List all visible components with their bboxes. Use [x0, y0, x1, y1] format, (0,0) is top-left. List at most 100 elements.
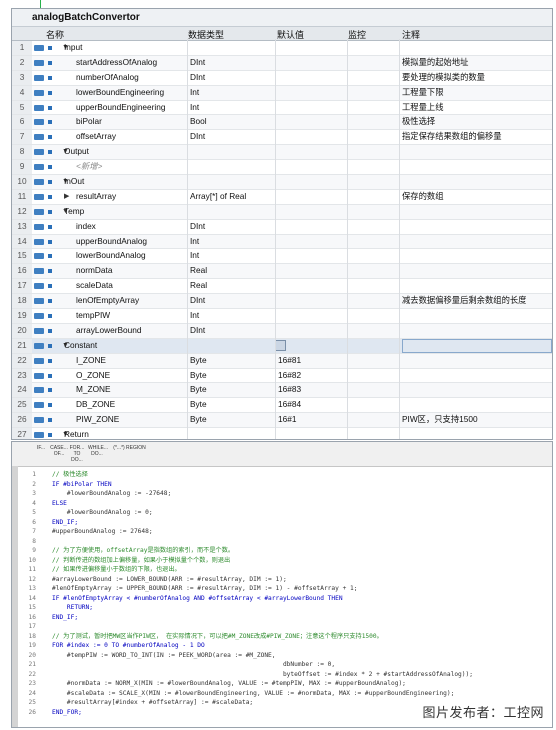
toolbar-button[interactable]: IF...: [32, 445, 50, 451]
code-line[interactable]: 8: [12, 537, 552, 547]
table-row[interactable]: 2 startAddressOfAnalog DInt 模拟量的起始地址: [12, 55, 552, 71]
line-number: 4: [32, 499, 36, 507]
toolbar-button[interactable]: FOR... TO DO...: [68, 445, 86, 463]
bullet-icon: [48, 90, 52, 95]
table-row[interactable]: 11 ▶ resultArray Array[*] of Real 保存的数组: [12, 189, 552, 205]
line-number: 14: [28, 594, 36, 602]
edit-button[interactable]: [275, 339, 286, 351]
table-row[interactable]: 26 PIW_ZONE Byte 16#1 PIW区，只支持1500: [12, 413, 552, 429]
code-line[interactable]: 17: [12, 622, 552, 632]
table-row[interactable]: 25 DB_ZONE Byte 16#84: [12, 398, 552, 414]
line-number: 25: [28, 699, 36, 706]
code-text: FOR #index := 0 TO #numberOfAnalog - 1 D…: [52, 642, 205, 649]
row-name: offsetArray: [76, 131, 116, 142]
row-number: 1: [12, 41, 32, 55]
row-default: 16#83: [278, 384, 302, 395]
row-number: 23: [12, 368, 32, 383]
bullet-icon: [48, 60, 52, 65]
col-name[interactable]: 名称: [46, 28, 64, 41]
expand-toggle-icon[interactable]: ▶: [64, 190, 69, 204]
table-row[interactable]: 20 arrayLowerBound DInt: [12, 323, 552, 339]
code-line[interactable]: 5 #lowerBoundAnalog := 0;: [12, 508, 552, 518]
interface-icon: [34, 342, 44, 349]
table-row[interactable]: 12 ▼ Temp: [12, 204, 552, 220]
code-line[interactable]: 19 FOR #index := 0 TO #numberOfAnalog - 1…: [12, 641, 552, 651]
code-line[interactable]: 9 // 为了方便使用，offsetArray是指数组的索引，而不是个数。: [12, 546, 552, 556]
table-row[interactable]: 6 biPolar Bool 极性选择: [12, 115, 552, 131]
table-row[interactable]: 22 I_ZONE Byte 16#81: [12, 353, 552, 369]
col-default[interactable]: 默认值: [277, 28, 304, 41]
table-row[interactable]: 17 scaleData Real: [12, 279, 552, 295]
row-name: Input: [64, 42, 83, 52]
row-number: 19: [12, 309, 32, 323]
bullet-icon: [48, 284, 52, 289]
code-line[interactable]: 10 // 判断传进的数组加上偏移量，如果小于模拟量个个数，则退出: [12, 556, 552, 566]
toolbar-button[interactable]: REGION: [126, 445, 146, 451]
code-text: END_IF;: [52, 613, 79, 621]
code-line[interactable]: 12 #arrayLowerBound := LOWER_BOUND(ARR :=…: [12, 575, 552, 585]
code-line[interactable]: 18 // 为了测试，暂时把MW区当作PIW区， 在实际情况下，可以把#M_ZON…: [12, 632, 552, 642]
col-monitor[interactable]: 监控: [348, 28, 366, 41]
toolbar-button[interactable]: CASE... OF...: [50, 445, 68, 457]
code-line[interactable]: 23 #normData := NORM_X(MIN := #lowerBoun…: [12, 679, 552, 689]
row-name: <新增>: [76, 161, 103, 172]
toolbar-button[interactable]: WHILE... DO...: [88, 445, 108, 457]
table-row[interactable]: 14 upperBoundAnalog Int: [12, 234, 552, 250]
bullet-icon: [48, 224, 52, 229]
divider: [187, 39, 188, 439]
table-row[interactable]: 1 ▼ Input: [12, 41, 552, 56]
code-line[interactable]: 14 IF #lenOfEmptyArray < #numberOfAnalog …: [12, 594, 552, 604]
col-type[interactable]: 数据类型: [188, 28, 224, 41]
code-line[interactable]: 4 ELSE: [12, 499, 552, 509]
col-comment[interactable]: 注释: [402, 28, 420, 41]
table-row[interactable]: 24 M_ZONE Byte 16#83: [12, 383, 552, 399]
block-interface-panel: analogBatchConvertor 名称 数据类型 默认值 监控 注释 1…: [11, 8, 553, 440]
row-type: Int: [190, 101, 200, 112]
code-line[interactable]: 6 END_IF;: [12, 518, 552, 528]
row-name: M_ZONE: [76, 384, 111, 395]
code-line[interactable]: 22 byteOffset := #index * 2 + #startAddr…: [12, 670, 552, 680]
table-row[interactable]: 8 ▼ Output: [12, 145, 552, 161]
line-number: 1: [32, 471, 36, 478]
table-row[interactable]: 9 <新增>: [12, 160, 552, 176]
bullet-icon: [48, 373, 52, 378]
table-row[interactable]: 4 lowerBoundEngineering Int 工程量下限: [12, 85, 552, 101]
table-row[interactable]: 10 ▼ InOut: [12, 175, 552, 190]
row-number: 16: [12, 264, 32, 279]
row-number: 12: [12, 204, 32, 219]
table-row[interactable]: 16 normData Real: [12, 264, 552, 280]
table-row[interactable]: 27 ▼ Return: [12, 428, 552, 439]
table-row[interactable]: 23 O_ZONE Byte 16#82: [12, 368, 552, 384]
code-line[interactable]: 2 IF #biPolar THEN: [12, 480, 552, 490]
table-row[interactable]: 5 upperBoundEngineering Int 工程量上线: [12, 100, 552, 116]
comment-edit-field[interactable]: [402, 338, 552, 353]
code-line[interactable]: 11 // 如果传进偏移量小于数组的下限，也退出。: [12, 565, 552, 575]
table-row[interactable]: 15 lowerBoundAnalog Int: [12, 249, 552, 265]
row-comment: 工程量上线: [402, 101, 444, 112]
code-area[interactable]: 1// 极性选择 2 IF #biPolar THEN 3 #lowerBoundAn…: [12, 467, 552, 717]
table-row[interactable]: 21 ▼ Constant: [12, 338, 552, 354]
line-number: 3: [32, 490, 36, 497]
table-row[interactable]: 13 index DInt: [12, 219, 552, 235]
code-line[interactable]: 20 #tempPIW := WORD_TO_INT(IN := PEEK_WO…: [12, 651, 552, 661]
row-number: 10: [12, 175, 32, 189]
code-line[interactable]: 16 END_IF;: [12, 613, 552, 623]
top-accent-line: [40, 0, 41, 8]
table-row[interactable]: 18 lenOfEmptyArray DInt 减去数据偏移量后剩余数组的长度: [12, 294, 552, 310]
bullet-icon: [48, 403, 52, 408]
code-line[interactable]: 1 // 极性选择: [12, 470, 552, 480]
row-comment: PIW区，只支持1500: [402, 414, 478, 425]
code-line[interactable]: 13 #lenOfEmptyArray := UPPER_BOUND(ARR :=…: [12, 584, 552, 594]
table-row[interactable]: 3 numberOfAnalog DInt 要处理的模拟类的数量: [12, 70, 552, 86]
row-default: 16#1: [278, 414, 297, 425]
interface-icon: [34, 402, 44, 409]
bullet-icon: [48, 75, 52, 80]
code-line[interactable]: 24 #scaleData := SCALE_X(MIN := #lowerBo…: [12, 689, 552, 699]
code-line[interactable]: 21 dbNumber := 0,: [12, 660, 552, 670]
code-line[interactable]: 7 #upperBoundAnalog := 27648;: [12, 527, 552, 537]
table-row[interactable]: 7 offsetArray DInt 指定保存结果数组的偏移量: [12, 130, 552, 146]
code-text: byteOffset := #index * 2 + #startAddress…: [52, 670, 473, 678]
table-row[interactable]: 19 tempPIW Int: [12, 309, 552, 324]
code-line[interactable]: 15 RETURN;: [12, 603, 552, 613]
code-line[interactable]: 3 #lowerBoundAnalog := -27648;: [12, 489, 552, 499]
